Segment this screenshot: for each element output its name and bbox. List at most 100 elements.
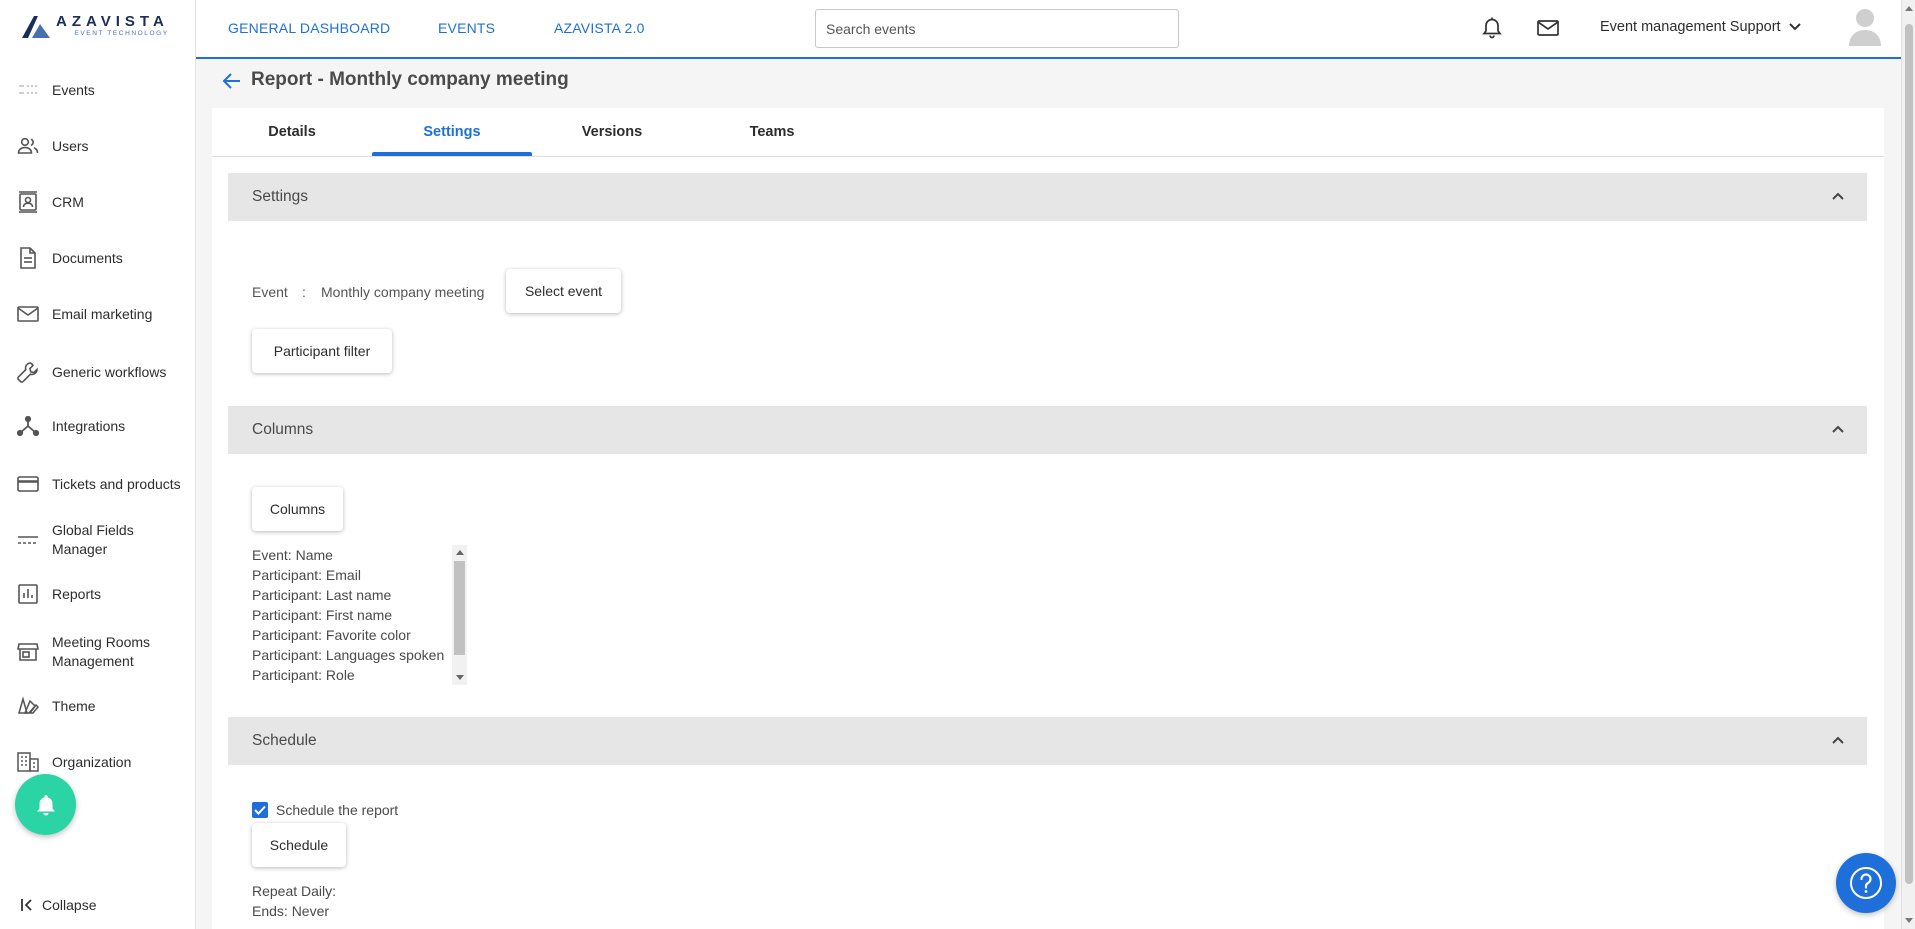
- schedule-checkbox[interactable]: [252, 802, 268, 818]
- sidebar-item-label: Events: [52, 81, 95, 98]
- scrollbar-thumb[interactable]: [454, 561, 465, 655]
- repeat-text: Repeat Daily:: [252, 883, 337, 899]
- page-title: Report - Monthly company meeting: [251, 69, 569, 90]
- participant-filter-button[interactable]: Participant filter: [252, 329, 392, 373]
- collapse-icon: [21, 899, 32, 911]
- listbox-scrollbar[interactable]: [452, 545, 467, 685]
- documents-icon: [17, 247, 39, 269]
- section-title: Settings: [252, 188, 309, 205]
- events-icon: [17, 79, 39, 101]
- sidebar-item-crm[interactable]: CRM: [0, 191, 195, 213]
- sidebar-item-global-fields-manager[interactable]: Global Fields Manager: [0, 520, 195, 560]
- notifications-bell-icon[interactable]: [1480, 16, 1504, 40]
- columns-section-header[interactable]: Columns: [228, 406, 1867, 454]
- organization-icon: [17, 751, 39, 773]
- sidebar-item-theme[interactable]: Theme: [0, 696, 195, 716]
- chevron-up-icon[interactable]: [1831, 189, 1845, 203]
- sidebar-item-meeting-rooms-management[interactable]: Meeting Rooms Management: [0, 632, 195, 672]
- sidebar-item-label: Organization: [52, 753, 132, 770]
- scroll-down-icon[interactable]: [456, 675, 464, 680]
- logo-name: AZAVISTA: [56, 13, 169, 30]
- collapse-label: Collapse: [42, 897, 97, 913]
- logo[interactable]: AZAVISTA EVENT TECHNOLOGY: [20, 14, 169, 40]
- sidebar-item-label: Generic workflows: [52, 363, 167, 380]
- list-item[interactable]: Participant: Last name: [252, 585, 464, 605]
- nav-azavista-2[interactable]: AZAVISTA 2.0: [554, 20, 645, 36]
- sidebar-item-label: Tickets and products: [52, 475, 181, 492]
- section-title: Schedule: [252, 732, 317, 749]
- top-bar: GENERAL DASHBOARD EVENTS AZAVISTA 2.0 Ev…: [196, 0, 1901, 59]
- scrollbar-thumb[interactable]: [1905, 24, 1913, 884]
- sidebar-item-label: CRM: [52, 193, 84, 210]
- users-icon: [17, 135, 39, 157]
- chevron-down-icon: [1788, 23, 1801, 31]
- scroll-down-icon[interactable]: [1905, 918, 1913, 923]
- azavista-logo-icon: [22, 16, 50, 38]
- active-tab-indicator: [372, 152, 532, 156]
- logo-tagline: EVENT TECHNOLOGY: [74, 30, 169, 37]
- sidebar-item-organization[interactable]: Organization: [0, 752, 195, 772]
- email-icon: [17, 303, 39, 325]
- sidebar-item-reports[interactable]: Reports: [0, 584, 195, 604]
- mail-icon[interactable]: [1536, 16, 1560, 40]
- tab-versions[interactable]: Versions: [532, 124, 692, 140]
- columns-listbox[interactable]: Event: Name Participant: Email Participa…: [252, 545, 464, 685]
- sidebar-item-label: Documents: [52, 249, 123, 266]
- user-menu[interactable]: Event management Support: [1600, 19, 1801, 35]
- event-value: Monthly company meeting: [321, 284, 485, 300]
- section-title: Columns: [252, 421, 314, 438]
- list-item[interactable]: Event: Name: [252, 545, 464, 565]
- sidebar-item-tickets-and-products[interactable]: Tickets and products: [0, 464, 195, 504]
- schedule-button[interactable]: Schedule: [252, 823, 346, 867]
- back-arrow-icon[interactable]: [221, 70, 243, 92]
- help-button[interactable]: [1836, 853, 1896, 913]
- crm-icon: [17, 191, 39, 213]
- avatar[interactable]: [1847, 6, 1883, 46]
- sidebar-item-integrations[interactable]: Integrations: [0, 416, 195, 436]
- list-item[interactable]: Participant: First name: [252, 605, 464, 625]
- list-item[interactable]: Participant: Languages spoken: [252, 645, 464, 665]
- user-name: Event management Support: [1600, 19, 1781, 35]
- schedule-section-header[interactable]: Schedule: [228, 717, 1867, 765]
- scroll-up-icon[interactable]: [456, 550, 464, 555]
- chevron-up-icon[interactable]: [1831, 733, 1845, 747]
- scroll-up-icon[interactable]: [1905, 6, 1913, 11]
- schedule-checkbox-label[interactable]: Schedule the report: [276, 802, 398, 818]
- tab-teams[interactable]: Teams: [692, 124, 852, 140]
- list-item[interactable]: Participant: Email: [252, 565, 464, 585]
- help-icon: [1850, 867, 1882, 899]
- wrench-icon: [17, 361, 39, 383]
- list-item[interactable]: Participant: Role: [252, 665, 464, 685]
- tab-bar: Details Settings Versions Teams: [212, 108, 1884, 157]
- event-separator: :: [302, 284, 306, 300]
- nav-events[interactable]: EVENTS: [438, 20, 495, 36]
- card-icon: [17, 473, 39, 495]
- tab-details[interactable]: Details: [212, 124, 372, 140]
- collapse-button[interactable]: Collapse: [20, 897, 96, 913]
- sidebar-item-label: Global Fields Manager: [52, 522, 134, 557]
- sidebar-item-events[interactable]: Events: [0, 80, 195, 100]
- sidebar-item-generic-workflows[interactable]: Generic workflows: [0, 352, 195, 392]
- search-input[interactable]: [815, 9, 1179, 48]
- integrations-icon: [17, 415, 39, 437]
- nav-general-dashboard[interactable]: GENERAL DASHBOARD: [228, 20, 390, 36]
- settings-section-header[interactable]: Settings: [228, 173, 1867, 221]
- sidebar-item-users[interactable]: Users: [0, 136, 195, 156]
- page-scrollbar[interactable]: [1901, 0, 1915, 929]
- notifications-fab[interactable]: [15, 774, 76, 835]
- columns-button[interactable]: Columns: [252, 487, 343, 531]
- sidebar-item-email-marketing[interactable]: Email marketing: [0, 304, 195, 324]
- sidebar-item-documents[interactable]: Documents: [0, 247, 195, 269]
- store-icon: [17, 641, 39, 663]
- list-item[interactable]: Participant: Favorite color: [252, 625, 464, 645]
- reports-icon: [17, 583, 39, 605]
- tab-settings[interactable]: Settings: [372, 124, 532, 140]
- sidebar-item-label: Integrations: [52, 417, 126, 434]
- event-label: Event: [252, 284, 288, 300]
- select-event-button[interactable]: Select event: [506, 269, 621, 313]
- sidebar-item-label: Theme: [52, 697, 96, 714]
- sidebar-item-label: Reports: [52, 585, 102, 602]
- ends-text: Ends: Never: [252, 903, 330, 919]
- sidebar-item-label: Meeting Rooms Management: [52, 634, 151, 669]
- chevron-up-icon[interactable]: [1831, 422, 1845, 436]
